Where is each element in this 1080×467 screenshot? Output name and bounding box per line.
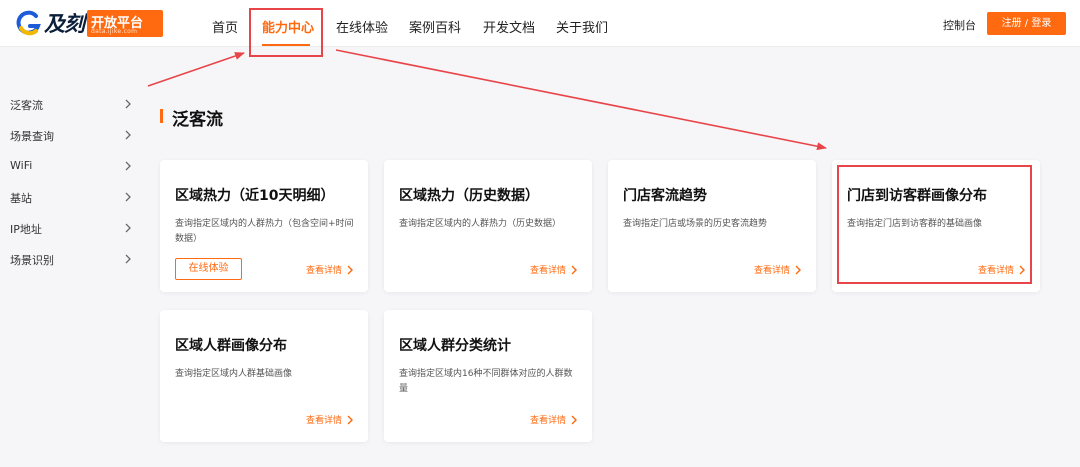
card-title: 区域热力（近10天明细） (175, 188, 335, 204)
section-title: 泛客流 (172, 110, 223, 130)
sidebar-item-label: IP地址 (10, 223, 42, 236)
card-description: 查询指定区域内16种不同群体对应的人群数量 (399, 369, 573, 394)
online-trial-button[interactable]: 在线体验 (175, 258, 242, 280)
section-accent-bar (160, 109, 163, 123)
card-title: 区域人群分类统计 (399, 338, 511, 354)
top-header: 及刻 开放平台 data.ijike.com 首页 能力中心 在线体验 案例百科… (0, 0, 1080, 47)
nav-item-dev-docs[interactable]: 开发文档 (483, 17, 535, 36)
card-title: 区域热力（历史数据） (399, 188, 539, 204)
sidebar-item-passenger-flow[interactable]: 泛客流 (10, 94, 132, 114)
capability-card[interactable]: 区域热力（历史数据） 查询指定区域内的人群热力（历史数据） 查看详情 (384, 160, 592, 292)
nav-item-case-wiki[interactable]: 案例百科 (409, 17, 461, 36)
nav-item-home[interactable]: 首页 (212, 17, 238, 36)
view-details-label: 查看详情 (753, 266, 790, 276)
capability-card[interactable]: 区域人群分类统计 查询指定区域内16种不同群体对应的人群数量 查看详情 (384, 310, 592, 442)
card-description: 查询指定门店或场景的历史客流趋势 (623, 219, 768, 229)
view-details-link[interactable]: 查看详情 (530, 263, 577, 276)
sidebar-item-label: 基站 (10, 192, 32, 205)
chevron-right-icon (125, 223, 131, 233)
view-details-label: 查看详情 (305, 266, 342, 276)
chevron-right-icon (347, 265, 353, 274)
chevron-right-icon (125, 99, 131, 109)
view-details-label: 查看详情 (305, 416, 342, 426)
chevron-right-icon (125, 161, 131, 171)
view-details-link[interactable]: 查看详情 (754, 263, 801, 276)
annotation-box-nav (249, 8, 323, 57)
capability-card[interactable]: 区域热力（近10天明细） 查询指定区域内的人群热力（包含空间+时间数据） 在线体… (160, 160, 368, 292)
annotation-box-card (837, 165, 1032, 284)
view-details-link[interactable]: 查看详情 (306, 413, 353, 426)
sidebar-item-base-station[interactable]: 基站 (10, 187, 132, 207)
capability-card[interactable]: 门店客流趋势 查询指定门店或场景的历史客流趋势 查看详情 (608, 160, 816, 292)
sidebar-item-label: WiFi (10, 159, 33, 172)
card-description: 查询指定区域内的人群热力（历史数据） (399, 219, 562, 229)
card-title: 门店客流趋势 (623, 188, 707, 204)
logo-badge: 开放平台 data.ijike.com (87, 9, 163, 37)
chevron-right-icon (347, 415, 353, 424)
logo-wordmark: 及刻 (44, 12, 85, 36)
logo-mark-icon (16, 10, 42, 36)
logo[interactable]: 及刻 开放平台 data.ijike.com (16, 8, 163, 38)
sidebar-item-label: 场景查询 (10, 130, 54, 143)
nav-item-about-us[interactable]: 关于我们 (556, 17, 608, 36)
view-details-link[interactable]: 查看详情 (530, 413, 577, 426)
sidebar-item-label: 泛客流 (10, 99, 43, 112)
view-details-label: 查看详情 (529, 266, 566, 276)
view-details-link[interactable]: 查看详情 (306, 263, 353, 276)
card-description: 查询指定区域内的人群热力（包含空间+时间数据） (175, 219, 354, 244)
sidebar-item-scene-recognition[interactable]: 场景识别 (10, 249, 132, 269)
chevron-right-icon (795, 265, 801, 274)
chevron-right-icon (571, 415, 577, 424)
capability-card[interactable]: 区域人群画像分布 查询指定区域内人群基础画像 查看详情 (160, 310, 368, 442)
chevron-right-icon (125, 192, 131, 202)
chevron-right-icon (571, 265, 577, 274)
view-details-label: 查看详情 (529, 416, 566, 426)
register-login-button[interactable]: 注册 / 登录 (987, 12, 1066, 35)
console-link[interactable]: 控制台 (943, 17, 976, 33)
arrow-icon (335, 49, 827, 151)
chevron-right-icon (125, 254, 131, 264)
sidebar-item-ip-address[interactable]: IP地址 (10, 218, 132, 238)
card-title: 区域人群画像分布 (175, 338, 287, 354)
sidebar-item-wifi[interactable]: WiFi (10, 156, 132, 176)
logo-domain-text: data.ijike.com (91, 27, 138, 35)
sidebar-item-label: 场景识别 (10, 254, 54, 267)
chevron-right-icon (125, 130, 131, 140)
arrow-icon (147, 52, 245, 87)
sidebar-item-scene-query[interactable]: 场景查询 (10, 125, 132, 145)
nav-item-online-trial[interactable]: 在线体验 (336, 17, 388, 36)
card-description: 查询指定区域内人群基础画像 (175, 369, 293, 379)
